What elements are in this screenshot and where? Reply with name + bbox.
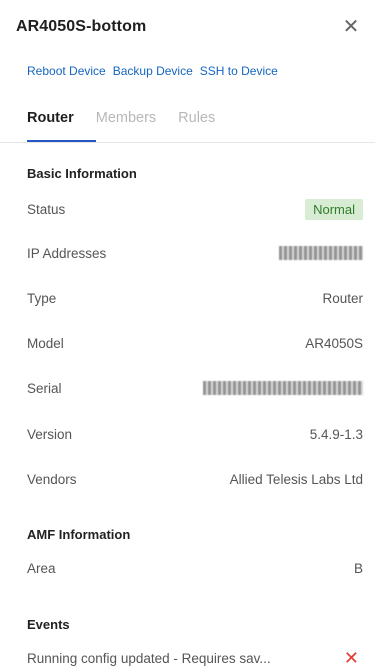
info-row-type: Type Router: [27, 286, 363, 310]
device-actions: Reboot Device Backup Device SSH to Devic…: [27, 64, 278, 78]
info-label: Serial: [27, 380, 62, 396]
info-label: Model: [27, 335, 64, 351]
events-heading: Events: [27, 617, 70, 632]
tab-bar: Router Members Rules: [27, 110, 215, 142]
info-label: Vendors: [27, 471, 77, 487]
status-badge: Normal: [305, 198, 363, 220]
info-label: Area: [27, 560, 56, 576]
tab-members[interactable]: Members: [96, 110, 156, 142]
info-value: B: [353, 560, 363, 576]
close-icon[interactable]: ✕: [339, 17, 363, 37]
panel-title: AR4050S-bottom: [16, 18, 147, 35]
redacted-serial-value: [203, 381, 363, 395]
event-text: Running config updated - Requires sav...: [27, 650, 271, 666]
event-item: Running config updated - Requires sav...…: [27, 648, 359, 668]
amf-information-heading: AMF Information: [27, 527, 131, 542]
ssh-to-device-link[interactable]: SSH to Device: [200, 64, 278, 78]
basic-information-heading: Basic Information: [27, 166, 137, 181]
info-row-model: Model AR4050S: [27, 331, 363, 355]
info-row-version: Version 5.4.9-1.3: [27, 422, 363, 446]
info-value: Allied Telesis Labs Ltd: [229, 471, 363, 487]
info-label: Type: [27, 290, 57, 306]
info-label: Version: [27, 426, 73, 442]
close-icon[interactable]: ✕: [344, 648, 359, 668]
info-row-vendors: Vendors Allied Telesis Labs Ltd: [27, 467, 363, 491]
info-label: Status: [27, 201, 66, 217]
panel-header: AR4050S-bottom ✕: [16, 12, 363, 42]
redacted-ip-value: [279, 246, 363, 260]
info-value: 5.4.9-1.3: [309, 426, 363, 442]
info-row-serial: Serial: [27, 376, 363, 400]
info-row-status: Status Normal: [27, 197, 363, 221]
backup-device-link[interactable]: Backup Device: [113, 64, 193, 78]
tab-router[interactable]: Router: [27, 110, 74, 142]
info-row-area: Area B: [27, 556, 363, 580]
info-value: AR4050S: [305, 335, 363, 351]
info-label: IP Addresses: [27, 245, 107, 261]
tab-rules[interactable]: Rules: [178, 110, 215, 142]
info-value: Router: [322, 290, 363, 306]
info-row-ip-addresses: IP Addresses: [27, 241, 363, 265]
tab-divider: [0, 142, 375, 143]
reboot-device-link[interactable]: Reboot Device: [27, 64, 106, 78]
